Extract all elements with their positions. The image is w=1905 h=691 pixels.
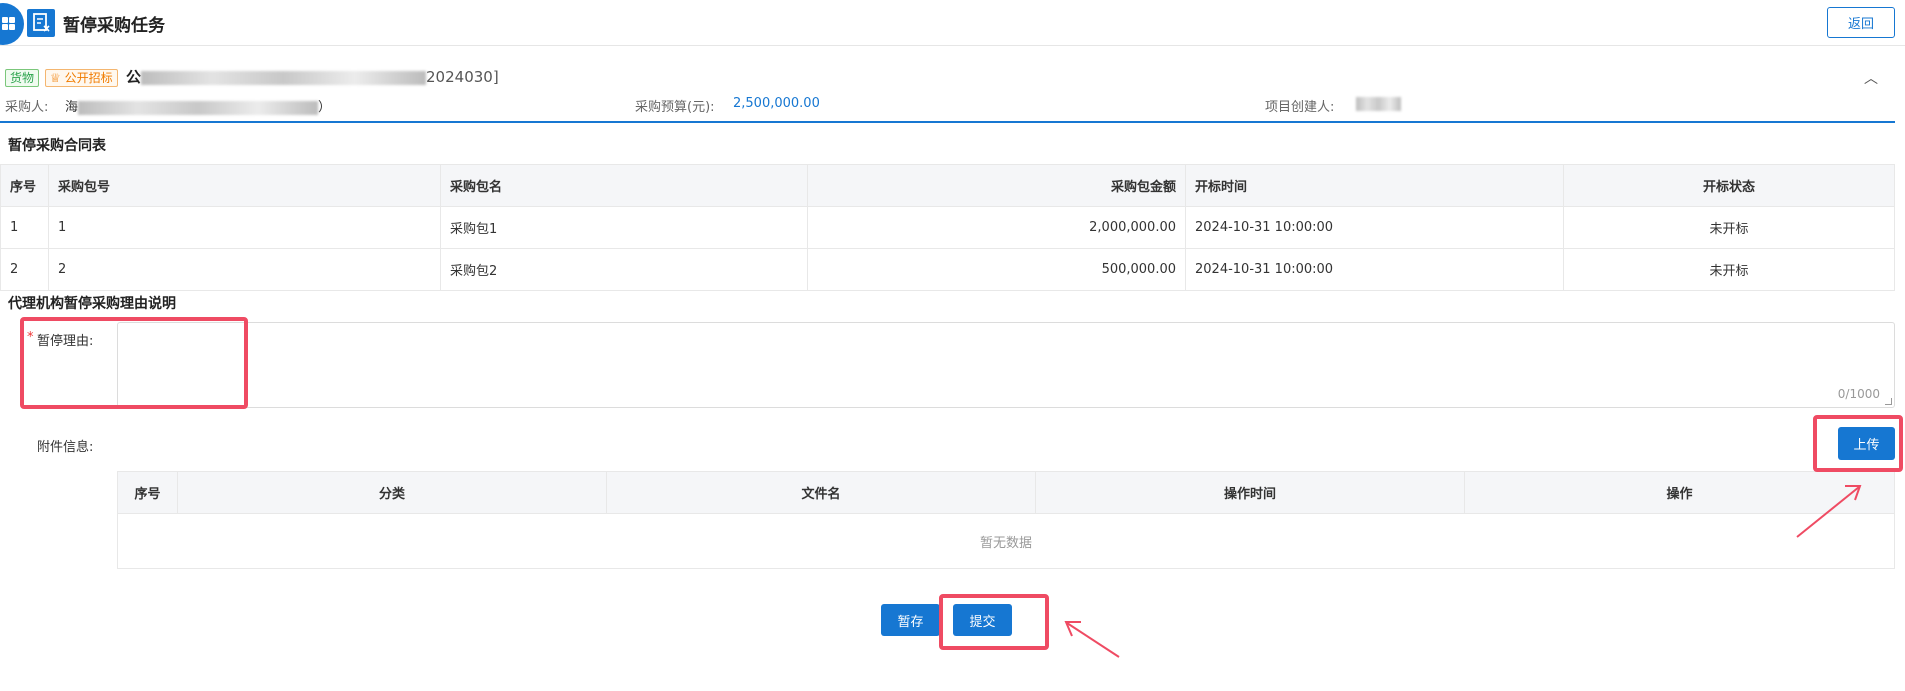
annotation-arrows bbox=[1064, 485, 1862, 658]
upload-arrow bbox=[1796, 485, 1862, 538]
submit-arrow bbox=[1064, 621, 1120, 658]
